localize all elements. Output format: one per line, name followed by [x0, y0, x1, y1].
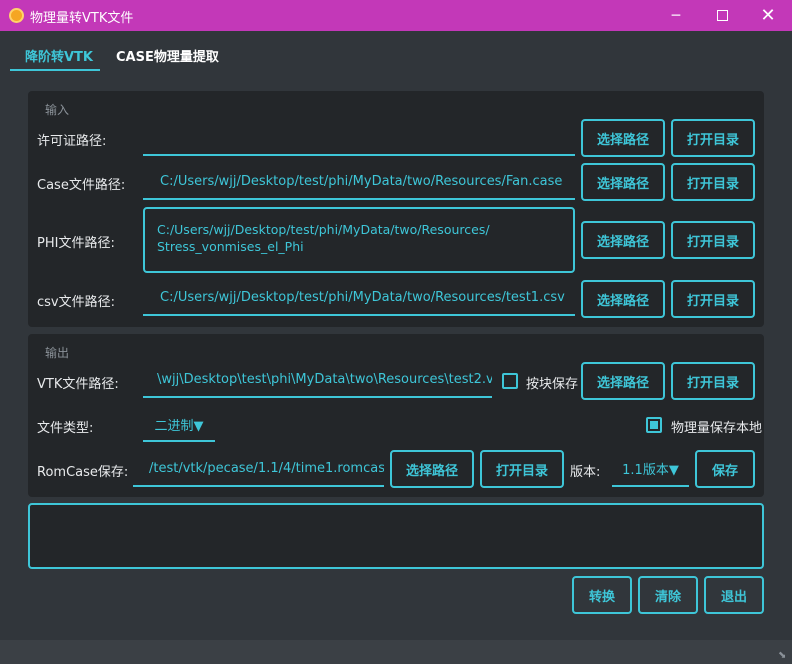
close-button[interactable]: ✕ [745, 0, 791, 31]
romcase-path-input[interactable]: /test/vtk/pecase/1.1/4/time1.romcase [133, 452, 384, 487]
license-path-label: 许可证路径: [37, 134, 107, 149]
active-tab-indicator [10, 69, 100, 71]
clear-button[interactable]: 清除 [638, 576, 698, 614]
romcase-open-dir-button[interactable]: 打开目录 [480, 450, 564, 488]
romcase-path-label: RomCase保存: [37, 465, 129, 480]
phi-path-label: PHI文件路径: [37, 236, 115, 251]
phi-path-line-1: C:/Users/wjj/Desktop/test/phi/MyData/two… [157, 222, 490, 237]
tab-case-extract[interactable]: CASE物理量提取 [116, 46, 219, 70]
exit-button[interactable]: 退出 [704, 576, 764, 614]
license-open-dir-button[interactable]: 打开目录 [671, 119, 755, 157]
phi-path-input[interactable]: C:/Users/wjj/Desktop/test/phi/MyData/two… [143, 207, 575, 273]
vtk-path-input[interactable]: \wjj\Desktop\test\phi\MyData\two\Resourc… [143, 363, 492, 398]
block-save-checkbox[interactable] [502, 373, 518, 389]
phi-open-dir-button[interactable]: 打开目录 [671, 221, 755, 259]
romcase-select-path-button[interactable]: 选择路径 [390, 450, 474, 488]
status-bar: ⬊ [0, 640, 792, 664]
version-select[interactable]: 1.1版本▼ [612, 452, 689, 487]
block-save-label: 按块保存 [526, 377, 579, 392]
license-select-path-button[interactable]: 选择路径 [581, 119, 665, 157]
csv-path-input[interactable]: C:/Users/wjj/Desktop/test/phi/MyData/two… [143, 281, 575, 316]
resize-grip-icon[interactable]: ⬊ [778, 650, 790, 662]
output-group-title: 输出 [45, 346, 70, 360]
csv-select-path-button[interactable]: 选择路径 [581, 280, 665, 318]
csv-open-dir-button[interactable]: 打开目录 [671, 280, 755, 318]
vtk-select-path-button[interactable]: 选择路径 [581, 362, 665, 400]
vtk-path-label: VTK文件路径: [37, 377, 119, 392]
save-local-label: 物理量保存本地 [671, 421, 763, 436]
maximize-icon [716, 10, 728, 21]
vtk-open-dir-button[interactable]: 打开目录 [671, 362, 755, 400]
case-open-dir-button[interactable]: 打开目录 [671, 163, 755, 201]
app-icon [9, 8, 24, 23]
version-label: 版本: [570, 465, 601, 480]
file-type-label: 文件类型: [37, 421, 94, 436]
convert-button[interactable]: 转换 [572, 576, 632, 614]
file-type-select[interactable]: 二进制▼ [143, 408, 215, 442]
input-group-title: 输入 [45, 103, 70, 117]
phi-select-path-button[interactable]: 选择路径 [581, 221, 665, 259]
title-bar[interactable]: 物理量转VTK文件 ─ ✕ [0, 0, 792, 31]
minimize-icon: ─ [671, 7, 681, 24]
save-local-checkbox[interactable] [646, 417, 662, 433]
case-select-path-button[interactable]: 选择路径 [581, 163, 665, 201]
license-path-input[interactable] [143, 121, 575, 156]
case-path-label: Case文件路径: [37, 178, 126, 193]
minimize-button[interactable]: ─ [653, 0, 699, 31]
maximize-button[interactable] [699, 0, 745, 31]
case-path-input[interactable]: C:/Users/wjj/Desktop/test/phi/MyData/two… [143, 165, 575, 200]
close-icon: ✕ [760, 5, 776, 26]
save-button[interactable]: 保存 [695, 450, 755, 488]
tab-降阶转vtk[interactable]: 降阶转VTK [25, 46, 93, 70]
csv-path-label: csv文件路径: [37, 295, 115, 310]
window-title: 物理量转VTK文件 [30, 11, 134, 26]
log-output-area[interactable] [28, 503, 764, 569]
phi-path-line-2: Stress_vonmises_el_Phi [157, 239, 304, 254]
